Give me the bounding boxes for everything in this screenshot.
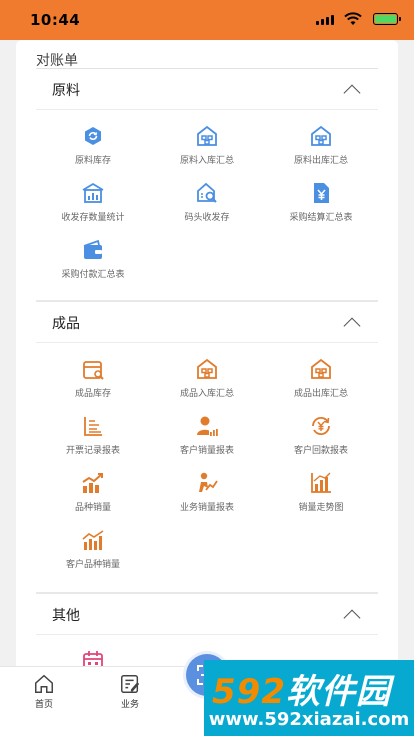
section-title: 其他: [52, 607, 80, 624]
section-header[interactable]: 原料: [36, 70, 378, 110]
warehouse-icon: [311, 125, 331, 146]
menu-item-label: 码头收发存: [184, 213, 230, 223]
watermark-logo: 592软件园 www.592xiazai.com: [204, 660, 414, 736]
menu-item-sales-trend[interactable]: 销量走势图: [264, 465, 378, 522]
menu-item-label: 采购结算汇总表: [289, 213, 353, 223]
menu-item-stock-quantity-stats[interactable]: 收发存数量统计: [36, 175, 150, 232]
box-search-icon: [83, 361, 104, 380]
clipboard-edit-icon: [121, 675, 140, 693]
document-yen-icon: [314, 183, 329, 203]
wifi-icon: [344, 12, 362, 25]
status-time: 10:44: [30, 11, 81, 29]
dock-search-icon: [197, 182, 217, 203]
section-raw-materials: 原料 原料库存 原料入库汇总 原料出库汇总 收发存数量统计 码头收发存 采购结算…: [36, 70, 378, 289]
menu-item-label: 成品出库汇总: [293, 389, 348, 399]
menu-item-label: 收发存数量统计: [61, 213, 125, 223]
chevron-up-icon[interactable]: [343, 609, 361, 626]
menu-item-customer-sales[interactable]: 客户销量报表: [150, 408, 264, 465]
menu-item-label: 成品库存: [74, 389, 111, 399]
statement-card: 对账单 原料 原料库存 原料入库汇总 原料出库汇总 收发存数量统计 码头收发存 …: [16, 40, 398, 690]
battery-icon: [373, 13, 401, 25]
menu-item-label: 销量走势图: [298, 503, 344, 513]
menu-item-business-sales[interactable]: 业务销量报表: [150, 465, 264, 522]
menu-item-label: 采购付款汇总表: [61, 270, 125, 280]
menu-item-label: 开票记录报表: [65, 446, 120, 456]
menu-item-label: 原料入库汇总: [179, 156, 234, 166]
warehouse-chart-icon: [82, 182, 104, 203]
section-header[interactable]: 成品: [36, 303, 378, 343]
menu-item-finished-inbound-summary[interactable]: 成品入库汇总: [150, 351, 264, 408]
home-icon: [35, 674, 53, 693]
person-chart-icon: [197, 416, 218, 436]
tab-home[interactable]: 首页: [19, 673, 69, 710]
menu-item-variety-sales[interactable]: 品种销量: [36, 465, 150, 522]
cube-refresh-icon: [85, 127, 101, 145]
watermark-brand: 软件园: [285, 672, 391, 712]
bar-chart-icon: [311, 472, 331, 493]
menu-item-finished-outbound-summary[interactable]: 成品出库汇总: [264, 351, 378, 408]
list-lines-icon: [84, 417, 102, 436]
section-title: 原料: [52, 82, 80, 99]
section-finished-goods: 成品 成品库存 成品入库汇总 成品出库汇总 开票记录报表 客户销量报表 客户回款…: [36, 303, 378, 579]
menu-item-label: 客户销量报表: [179, 446, 234, 456]
menu-item-raw-stock[interactable]: 原料库存: [36, 118, 150, 175]
menu-item-raw-outbound-summary[interactable]: 原料出库汇总: [264, 118, 378, 175]
tab-label: 首页: [34, 700, 53, 710]
menu-item-label: 原料库存: [74, 156, 111, 166]
watermark-number: 592: [212, 672, 286, 712]
menu-item-purchase-settlement[interactable]: 采购结算汇总表: [264, 175, 378, 232]
menu-item-dock-stock[interactable]: 码头收发存: [150, 175, 264, 232]
warehouse-icon: [311, 358, 331, 379]
warehouse-icon: [197, 358, 217, 379]
menu-item-label: 客户品种销量: [65, 560, 120, 570]
chevron-up-icon[interactable]: [343, 84, 361, 101]
wallet-icon: [83, 239, 102, 259]
menu-item-invoice-records[interactable]: 开票记录报表: [36, 408, 150, 465]
bar-line-icon: [82, 530, 104, 550]
warehouse-icon: [197, 125, 217, 146]
watermark-url: www.592xiazai.com: [208, 709, 410, 730]
bar-trend-icon: [82, 473, 103, 493]
menu-item-raw-inbound-summary[interactable]: 原料入库汇总: [150, 118, 264, 175]
page-title: 对账单: [36, 53, 78, 69]
menu-item-customer-payments[interactable]: 客户回款报表: [264, 408, 378, 465]
yen-cycle-icon: [312, 416, 330, 436]
tab-label: 业务: [120, 700, 139, 710]
signal-icon: [316, 15, 334, 25]
menu-item-finished-stock[interactable]: 成品库存: [36, 351, 150, 408]
menu-item-purchase-payment[interactable]: 采购付款汇总表: [36, 232, 150, 289]
menu-item-label: 品种销量: [74, 503, 111, 513]
person-trend-icon: [199, 472, 218, 492]
menu-item-label: 业务销量报表: [179, 503, 234, 513]
section-header[interactable]: 其他: [36, 595, 378, 635]
menu-item-label: 客户回款报表: [293, 446, 348, 456]
menu-item-customer-variety-sales[interactable]: 客户品种销量: [36, 522, 150, 579]
status-bar: 10:44: [0, 0, 414, 40]
section-title: 成品: [52, 315, 80, 332]
menu-item-label: 成品入库汇总: [179, 389, 234, 399]
menu-item-label: 原料出库汇总: [293, 156, 348, 166]
chevron-up-icon[interactable]: [343, 317, 361, 334]
tab-business[interactable]: 业务: [105, 673, 155, 710]
